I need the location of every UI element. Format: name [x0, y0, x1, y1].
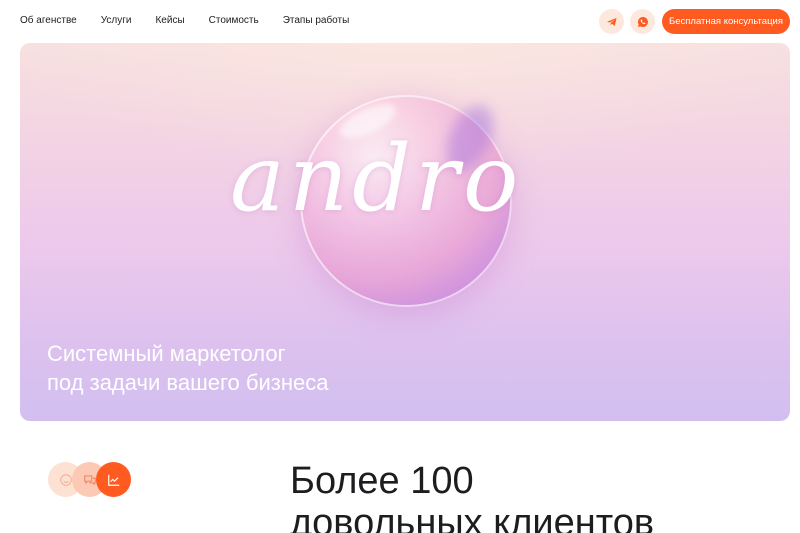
chart-icon — [96, 462, 131, 497]
tagline-line-2: под задачи вашего бизнеса — [47, 370, 329, 395]
site-header: Об агенстве Услуги Кейсы Стоимость Этапы… — [0, 0, 800, 42]
main-nav: Об агенстве Услуги Кейсы Стоимость Этапы… — [20, 14, 373, 28]
telegram-button[interactable] — [599, 9, 624, 34]
whatsapp-button[interactable] — [630, 9, 655, 34]
hero-tagline: Системный маркетолог под задачи вашего б… — [47, 339, 328, 397]
brand-logo: andro — [230, 125, 523, 232]
headline-line-2: довольных клиентов — [290, 502, 655, 533]
nav-pricing[interactable]: Стоимость — [209, 14, 259, 28]
nav-cases[interactable]: Кейсы — [155, 14, 184, 28]
free-consultation-button[interactable]: Бесплатная консультация — [662, 9, 790, 34]
hero-banner: andro Системный маркетолог под задачи ва… — [20, 43, 790, 421]
whatsapp-icon — [637, 16, 648, 27]
tagline-line-1: Системный маркетолог — [47, 341, 286, 366]
clients-headline: Более 100 довольных клиентов — [290, 460, 654, 533]
telegram-icon — [606, 17, 616, 26]
nav-stages[interactable]: Этапы работы — [283, 14, 350, 28]
headline-line-1: Более 100 — [290, 460, 474, 502]
nav-about[interactable]: Об агенстве — [20, 14, 77, 28]
nav-services[interactable]: Услуги — [101, 14, 132, 28]
client-icons — [48, 462, 138, 497]
